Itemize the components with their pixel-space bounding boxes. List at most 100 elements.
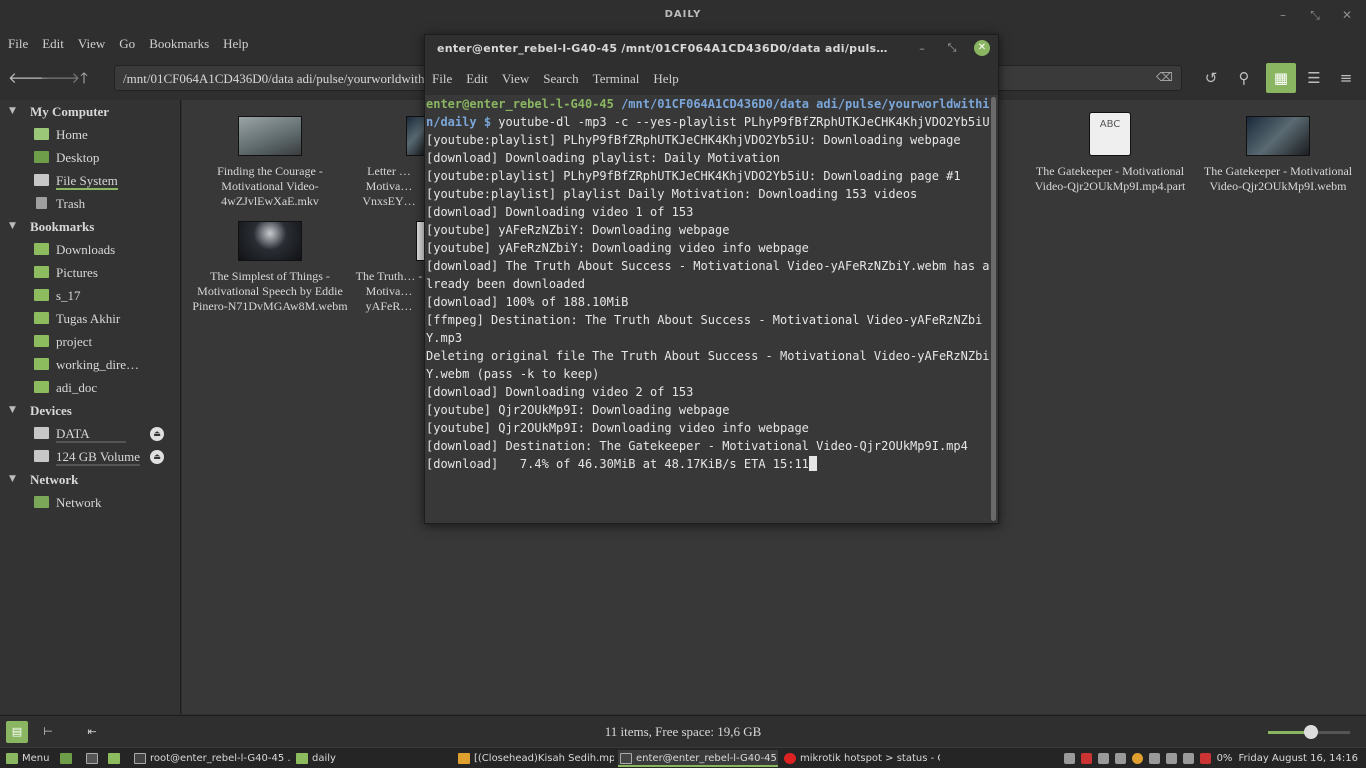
menu-view[interactable]: View: [78, 32, 115, 58]
maximize-icon[interactable]: ⤡: [944, 41, 960, 55]
menu-edit[interactable]: Edit: [466, 63, 501, 95]
volume-icon[interactable]: [1182, 753, 1194, 764]
maximize-icon[interactable]: ⤡: [1306, 6, 1324, 24]
file-item[interactable]: The Simplest of Things - Motivational Sp…: [185, 205, 355, 314]
up-arrow-icon[interactable]: 🡑: [72, 66, 96, 90]
sidebar-section-my-computer[interactable]: ▼ My Computer: [0, 100, 180, 123]
back-arrow-icon[interactable]: 🡐: [8, 66, 48, 90]
terminal-icon: [134, 753, 146, 764]
update-manager-icon[interactable]: [1131, 753, 1143, 764]
sidebar-item-label: Pictures: [56, 265, 98, 280]
launcher-show-desktop[interactable]: [58, 750, 76, 767]
folder-icon: [34, 312, 49, 324]
menu-terminal[interactable]: Terminal: [593, 63, 653, 95]
terminal-window[interactable]: enter@enter_rebel-l-G40-45 /mnt/01CF064A…: [424, 34, 999, 524]
taskbar-window-label: enter@enter_rebel-l-G40-45 ...: [636, 753, 778, 764]
zoom-slider[interactable]: [1268, 725, 1350, 739]
start-menu-button[interactable]: Menu: [4, 750, 54, 767]
taskbar-window-terminal-active[interactable]: enter@enter_rebel-l-G40-45 ...: [618, 750, 778, 767]
menu-edit[interactable]: Edit: [42, 32, 74, 58]
taskbar-window-opera[interactable]: mikrotik hotspot > status - O...: [782, 750, 940, 767]
sidebar-item-network[interactable]: Network: [0, 491, 180, 514]
sidebar-item-tugas-akhir[interactable]: Tugas Akhir: [0, 307, 180, 330]
terminal-scrollbar[interactable]: [991, 97, 996, 521]
menu-file[interactable]: File: [8, 32, 38, 58]
expand-triangle-icon[interactable]: ▼: [9, 468, 16, 491]
sidebar-section-devices[interactable]: ▼ Devices: [0, 399, 180, 422]
list-view-icon[interactable]: ☰: [1302, 66, 1326, 90]
sidebar-item-s17[interactable]: s_17: [0, 284, 180, 307]
terminal-output[interactable]: enter@enter_rebel-l-G40-45 /mnt/01CF064A…: [425, 95, 990, 523]
expand-triangle-icon[interactable]: ▼: [9, 399, 16, 422]
terminal-line: [youtube:playlist] PLhyP9fBfZRphUTKJeCHK…: [426, 133, 961, 147]
toggle-location-icon[interactable]: ↺: [1199, 66, 1223, 90]
taskbar-window-daily[interactable]: daily: [294, 750, 452, 767]
sidebar-item-pictures[interactable]: Pictures: [0, 261, 180, 284]
sidebar-item-adi-doc[interactable]: adi_doc: [0, 376, 180, 399]
wifi-icon[interactable]: [1165, 753, 1177, 764]
expand-triangle-icon[interactable]: ▼: [9, 100, 16, 123]
sidebar-item-label: Downloads: [56, 242, 116, 257]
minimize-icon[interactable]: –: [1274, 6, 1292, 24]
terminal-cursor: [808, 456, 817, 471]
file-name: Finding the Courage - Motivational Video…: [217, 164, 323, 208]
expand-triangle-icon[interactable]: ▼: [9, 215, 16, 238]
clock[interactable]: Friday August 16, 14:16: [1238, 750, 1358, 767]
minimize-icon[interactable]: –: [914, 42, 930, 55]
file-item[interactable]: The Truth… - Motiva… yAFeR…: [354, 205, 424, 314]
zoom-slider-handle[interactable]: [1303, 725, 1318, 739]
text-file-icon: ABC: [1089, 112, 1131, 156]
menu-bookmarks[interactable]: Bookmarks: [149, 32, 219, 58]
battery-icon[interactable]: [1199, 753, 1211, 764]
sidebar-item-project[interactable]: project: [0, 330, 180, 353]
close-icon[interactable]: ✕: [974, 40, 990, 56]
sidebar-item-desktop[interactable]: Desktop: [0, 146, 180, 169]
sidebar-section-label: Devices: [30, 403, 72, 418]
user-icon[interactable]: [1148, 753, 1160, 764]
icon-view-icon[interactable]: ▦: [1266, 63, 1296, 93]
sidebar-item-label: working_dire…: [56, 357, 140, 372]
compact-view-icon[interactable]: ≡: [1334, 66, 1358, 90]
menu-help[interactable]: Help: [223, 32, 258, 58]
terminal-line: [youtube] yAFeRzNZbiY: Downloading video…: [426, 241, 809, 255]
taskbar-window-audio-player[interactable]: [(Closehead)Kisah Sedih.mp3]: [456, 750, 614, 767]
sidebar-item-working-dir[interactable]: working_dire…: [0, 353, 180, 376]
file-item[interactable]: Letter … Motiva… VnxsEY…: [354, 100, 424, 209]
forward-arrow-icon[interactable]: 🡒: [40, 66, 80, 90]
menu-help[interactable]: Help: [653, 63, 691, 95]
launcher-files[interactable]: [106, 750, 124, 767]
menu-file[interactable]: File: [432, 63, 465, 95]
steam-icon[interactable]: [1063, 753, 1075, 764]
sidebar-item-trash[interactable]: Trash: [0, 192, 180, 215]
network-icon: [34, 496, 49, 508]
file-item[interactable]: The Gatekeeper - Motivational Video-Qjr2…: [1193, 100, 1363, 194]
shield-icon[interactable]: [1080, 753, 1092, 764]
sidebar-section-network[interactable]: ▼ Network: [0, 468, 180, 491]
display-icon[interactable]: [1114, 753, 1126, 764]
sidebar-item-data-drive[interactable]: DATA ⏏: [0, 422, 180, 445]
sidebar-item-label: Home: [56, 127, 88, 142]
bluetooth-icon[interactable]: [1097, 753, 1109, 764]
file-item[interactable]: Finding the Courage - Motivational Video…: [185, 100, 355, 209]
close-icon[interactable]: ✕: [1338, 6, 1356, 24]
eject-icon[interactable]: ⏏: [150, 450, 164, 464]
mint-logo-icon: [6, 753, 18, 764]
terminal-line: [download] 7.4% of 46.30MiB at 48.17KiB/…: [426, 457, 809, 471]
taskbar-window-root-terminal[interactable]: root@enter_rebel-l-G40-45 ...: [132, 750, 290, 767]
search-icon[interactable]: ⚲: [1232, 66, 1256, 90]
menu-view[interactable]: View: [502, 63, 542, 95]
menu-search[interactable]: Search: [543, 63, 591, 95]
sidebar-item-downloads[interactable]: Downloads: [0, 238, 180, 261]
file-item[interactable]: ABC The Gatekeeper - Motivational Video-…: [1025, 100, 1195, 194]
menu-go[interactable]: Go: [119, 32, 145, 58]
sidebar-item-124gb-volume[interactable]: 124 GB Volume ⏏: [0, 445, 180, 468]
sidebar-section-bookmarks[interactable]: ▼ Bookmarks: [0, 215, 180, 238]
sidebar-item-file-system[interactable]: File System: [0, 169, 180, 192]
launcher-terminal[interactable]: [84, 750, 102, 767]
sidebar-item-label: project: [56, 334, 93, 349]
eject-icon[interactable]: ⏏: [150, 427, 164, 441]
clear-path-icon[interactable]: ⌫: [1156, 70, 1173, 84]
sidebar-item-label: DATA: [56, 426, 126, 443]
sidebar-item-home[interactable]: Home: [0, 123, 180, 146]
taskbar-window-label: mikrotik hotspot > status - O...: [800, 753, 940, 764]
